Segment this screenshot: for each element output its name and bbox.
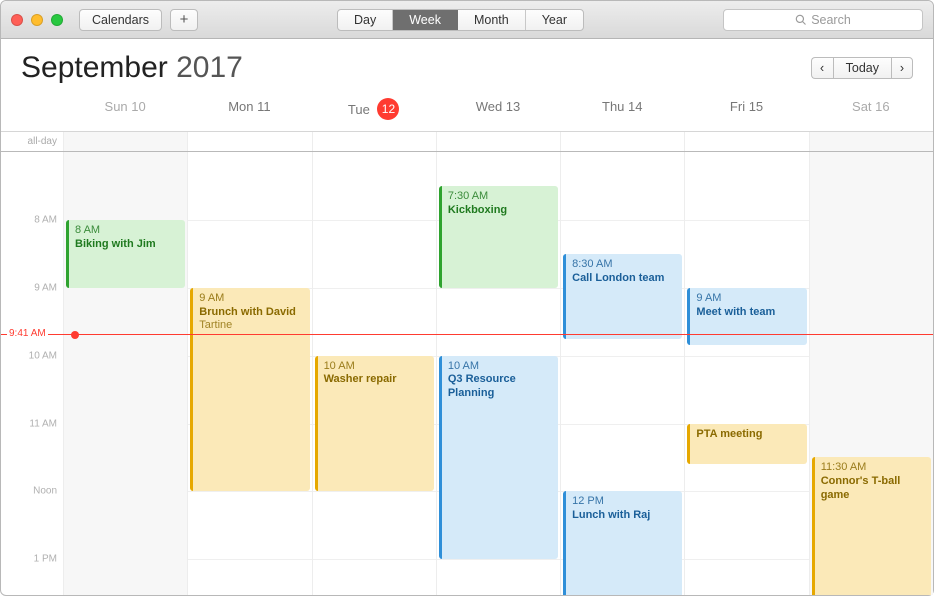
- calendar-event[interactable]: 8:30 AMCall London team: [563, 254, 682, 339]
- hour-label: 11 AM: [29, 418, 57, 429]
- day-header: Wed 13: [436, 93, 560, 131]
- allday-cell[interactable]: [809, 132, 933, 151]
- event-time: 9 AM: [696, 292, 800, 306]
- allday-row: all-day: [1, 132, 933, 152]
- day-header: Mon 11: [187, 93, 311, 131]
- day-column[interactable]: 10 AMWasher repair: [312, 152, 436, 595]
- view-tab-day[interactable]: Day: [338, 10, 393, 30]
- calendar-event[interactable]: 7:30 AMKickboxing: [439, 186, 558, 288]
- prev-week-button[interactable]: ‹: [811, 57, 833, 79]
- day-header: Tue 12: [312, 93, 436, 131]
- allday-cell[interactable]: [312, 132, 436, 151]
- calendar-event[interactable]: 8 AMBiking with Jim: [66, 220, 185, 288]
- calendar-event[interactable]: 12 PMLunch with Raj: [563, 491, 682, 595]
- event-title: Washer repair: [324, 373, 428, 387]
- day-headers: Sun 10Mon 11Tue 12Wed 13Thu 14Fri 15Sat …: [1, 93, 933, 132]
- calendars-button[interactable]: Calendars: [79, 9, 162, 31]
- day-column[interactable]: 9 AMMeet with team PTA meeting: [684, 152, 808, 595]
- day-header: Sat 16: [809, 93, 933, 131]
- search-icon: [795, 14, 807, 26]
- event-time: 10 AM: [448, 360, 552, 374]
- minimize-icon[interactable]: [31, 14, 43, 26]
- event-title: Brunch with David: [199, 306, 303, 320]
- calendar-window: Calendars + DayWeekMonthYear Search Sept…: [0, 0, 934, 596]
- allday-label: all-day: [1, 132, 63, 151]
- hour-label: 10 AM: [29, 350, 57, 361]
- event-time: 11:30 AM: [821, 461, 925, 475]
- event-title: PTA meeting: [696, 428, 800, 442]
- view-switcher: DayWeekMonthYear: [337, 9, 584, 31]
- allday-cell[interactable]: [436, 132, 560, 151]
- calendar-event[interactable]: 11:30 AMConnor's T-ball game: [812, 457, 931, 595]
- day-column[interactable]: 8 AMBiking with Jim: [63, 152, 187, 595]
- event-title: Meet with team: [696, 306, 800, 320]
- current-time-label: 9:41 AM: [7, 328, 48, 339]
- event-time: 9 AM: [199, 292, 303, 306]
- calendar-event[interactable]: PTA meeting: [687, 424, 806, 465]
- allday-cell[interactable]: [187, 132, 311, 151]
- time-gutter: 8 AM 9 AM 10 AM 11 AM Noon 1 PM: [1, 152, 63, 595]
- allday-cells: [63, 132, 933, 151]
- event-title: Lunch with Raj: [572, 509, 676, 523]
- view-tab-week[interactable]: Week: [393, 10, 458, 30]
- allday-cell[interactable]: [63, 132, 187, 151]
- day-column[interactable]: 9 AMBrunch with DavidTartine: [187, 152, 311, 595]
- day-column[interactable]: 7:30 AMKickboxing 10 AMQ3 Resource Planni…: [436, 152, 560, 595]
- day-header: Fri 15: [684, 93, 808, 131]
- event-title: Q3 Resource Planning: [448, 373, 552, 401]
- view-tab-year[interactable]: Year: [526, 10, 583, 30]
- window-controls: [11, 14, 63, 26]
- page-title: September 2017: [21, 51, 243, 85]
- month-label: September: [21, 51, 168, 84]
- allday-cell[interactable]: [684, 132, 808, 151]
- week-nav: ‹ Today ›: [811, 57, 913, 79]
- today-button[interactable]: Today: [833, 57, 891, 79]
- event-location: Tartine: [199, 319, 303, 333]
- event-title: Call London team: [572, 272, 676, 286]
- event-time: 8 AM: [75, 224, 179, 238]
- allday-cell[interactable]: [560, 132, 684, 151]
- day-column[interactable]: 8:30 AMCall London team 12 PMLunch with R…: [560, 152, 684, 595]
- hour-label: Noon: [33, 486, 57, 497]
- add-button[interactable]: +: [170, 9, 198, 31]
- hour-label: 9 AM: [34, 282, 57, 293]
- today-badge: 12: [377, 98, 399, 120]
- day-column[interactable]: 11:30 AMConnor's T-ball game: [809, 152, 933, 595]
- zoom-icon[interactable]: [51, 14, 63, 26]
- close-icon[interactable]: [11, 14, 23, 26]
- event-time: 10 AM: [324, 360, 428, 374]
- toolbar: Calendars + DayWeekMonthYear Search: [1, 1, 933, 39]
- calendar-event[interactable]: 9 AMBrunch with DavidTartine: [190, 288, 309, 492]
- current-time-indicator: 9:41 AM: [1, 334, 933, 335]
- event-title: Kickboxing: [448, 204, 552, 218]
- calendar-event[interactable]: 10 AMWasher repair: [315, 356, 434, 492]
- event-time: 7:30 AM: [448, 190, 552, 204]
- day-header: Sun 10: [63, 93, 187, 131]
- view-tab-month[interactable]: Month: [458, 10, 526, 30]
- hour-label: 8 AM: [34, 214, 57, 225]
- hour-label: 1 PM: [34, 554, 57, 565]
- next-week-button[interactable]: ›: [891, 57, 913, 79]
- event-title: Biking with Jim: [75, 238, 179, 252]
- search-input[interactable]: Search: [723, 9, 923, 31]
- calendar-event[interactable]: 10 AMQ3 Resource Planning: [439, 356, 558, 560]
- event-title: Connor's T-ball game: [821, 475, 925, 503]
- calendar-event[interactable]: 9 AMMeet with team: [687, 288, 806, 346]
- header: September 2017 ‹ Today ›: [1, 39, 933, 93]
- week-grid[interactable]: 8 AM9 AM10 AM11 AMNoon1 PM 8 AMBiking wi…: [1, 152, 933, 595]
- event-time: 12 PM: [572, 495, 676, 509]
- search-placeholder: Search: [811, 13, 851, 27]
- event-time: 8:30 AM: [572, 258, 676, 272]
- year-label: 2017: [176, 51, 243, 84]
- day-columns: 8 AMBiking with Jim9 AMBrunch with David…: [63, 152, 933, 595]
- day-header: Thu 14: [560, 93, 684, 131]
